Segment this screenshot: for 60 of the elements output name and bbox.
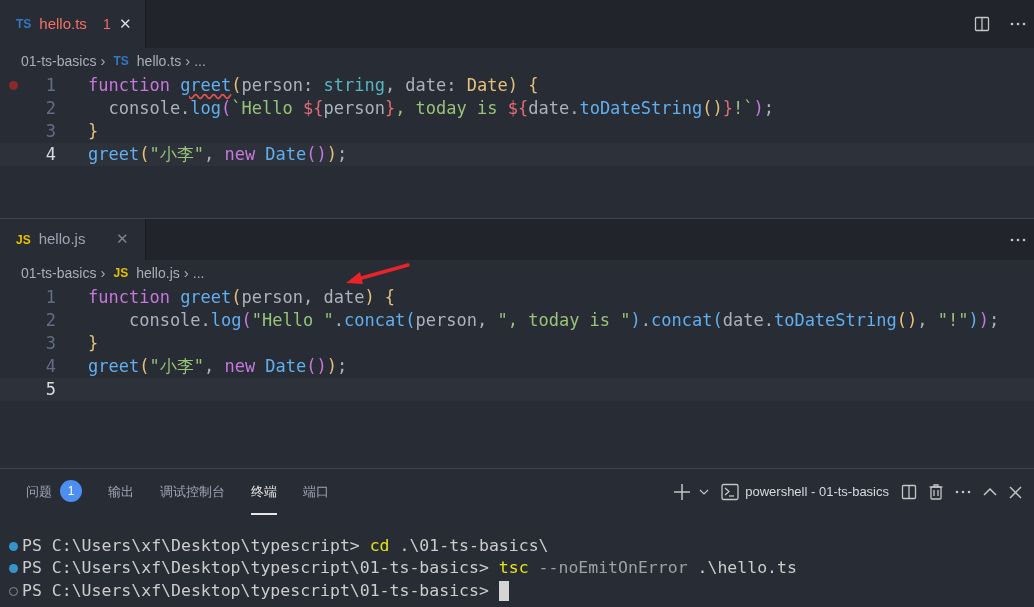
close-button[interactable]: ✕ xyxy=(118,12,132,36)
more-icon[interactable] xyxy=(1010,237,1026,242)
plus-icon[interactable] xyxy=(673,483,692,501)
chevron-down-icon[interactable] xyxy=(699,489,710,495)
breadcrumb-separator: › xyxy=(100,50,106,71)
tab-title: hello.ts xyxy=(39,13,87,34)
terminal-icon xyxy=(721,483,740,501)
problem-count: 1 xyxy=(102,14,111,34)
panel-tab[interactable]: 终端 xyxy=(251,469,277,515)
file-type-label: TS xyxy=(16,16,32,33)
close-button[interactable]: ✕ xyxy=(116,228,129,251)
panel-tab[interactable]: 输出 xyxy=(108,469,134,515)
line-number: 3 xyxy=(44,331,56,355)
line-number: 5 xyxy=(44,377,56,401)
line-number: 1 xyxy=(44,285,56,309)
breadcrumb-separator: › xyxy=(100,262,106,283)
code-line: greet("小李", new Date()); xyxy=(88,142,348,166)
file-type-label: JS xyxy=(113,265,129,282)
breadcrumb-file[interactable]: hello.ts xyxy=(136,50,182,72)
line-number: 4 xyxy=(44,354,56,378)
breadcrumb-folder[interactable]: 01-ts-basics xyxy=(21,262,97,284)
breadcrumb-symbol[interactable]: ... xyxy=(192,262,205,284)
more-icon[interactable] xyxy=(1010,22,1026,26)
code-line: } xyxy=(88,119,99,143)
close-icon[interactable] xyxy=(1009,485,1022,499)
line-number: 1 xyxy=(44,73,56,97)
breadcrumb-symbol[interactable]: ... xyxy=(194,50,206,72)
arrow-annotation xyxy=(346,263,410,284)
line-number: 2 xyxy=(44,308,56,332)
panel-tab[interactable]: 调试控制台 xyxy=(160,469,225,515)
tab-title: hello.js xyxy=(38,229,86,250)
terminal-line: PS C:\Users\xf\Desktop\typescript\01-ts-basics> xyxy=(22,579,490,602)
code-line: function greet(person: string, date: Date) { xyxy=(88,73,539,97)
code-line: function greet(person, date) { xyxy=(88,285,396,309)
code-line: console.log("Hello ".concat(person, ", today is ").concat(date.toDateString(), "!")); xyxy=(127,308,1000,332)
file-type-label: TS xyxy=(113,53,129,70)
code-line: } xyxy=(88,331,99,355)
terminal-line: PS C:\Users\xf\Desktop\typescript\01-ts-basics> tsc --noEmitOnError .\hello.ts xyxy=(22,557,797,580)
more-icon[interactable] xyxy=(955,490,971,494)
split-editor-icon[interactable] xyxy=(974,16,990,32)
line-number: 2 xyxy=(44,96,56,120)
file-type-label: JS xyxy=(16,231,31,249)
trash-icon[interactable] xyxy=(929,484,943,500)
line-number: 3 xyxy=(44,119,56,143)
terminal-line: PS C:\Users\xf\Desktop\typescript> cd .\01-ts-basics\ xyxy=(22,534,549,557)
panel-tab[interactable]: 端口 xyxy=(303,469,329,515)
editor-tab[interactable]: JS hello.js ✕ xyxy=(0,219,146,260)
editor-tab[interactable]: TS hello.ts 1 ✕ xyxy=(0,0,146,48)
code-line: greet("小李", new Date()); xyxy=(88,354,348,378)
count-badge: 1 xyxy=(60,480,82,502)
split-terminal-icon[interactable] xyxy=(901,484,917,500)
breadcrumb-file[interactable]: hello.js xyxy=(136,262,180,284)
panel-tab[interactable]: 问题 1 xyxy=(26,469,82,515)
terminal-selector[interactable]: powershell - 01-ts-basics xyxy=(721,482,889,502)
breadcrumb-separator: › xyxy=(183,262,189,283)
chevron-up-icon[interactable] xyxy=(983,488,997,496)
breadcrumb-folder[interactable]: 01-ts-basics xyxy=(21,50,97,72)
line-number: 4 xyxy=(44,142,56,166)
code-line: console.log(`Hello ${person}, today is ${date.toDateString()}!`); xyxy=(107,96,774,120)
breadcrumb-separator: › xyxy=(185,50,191,71)
